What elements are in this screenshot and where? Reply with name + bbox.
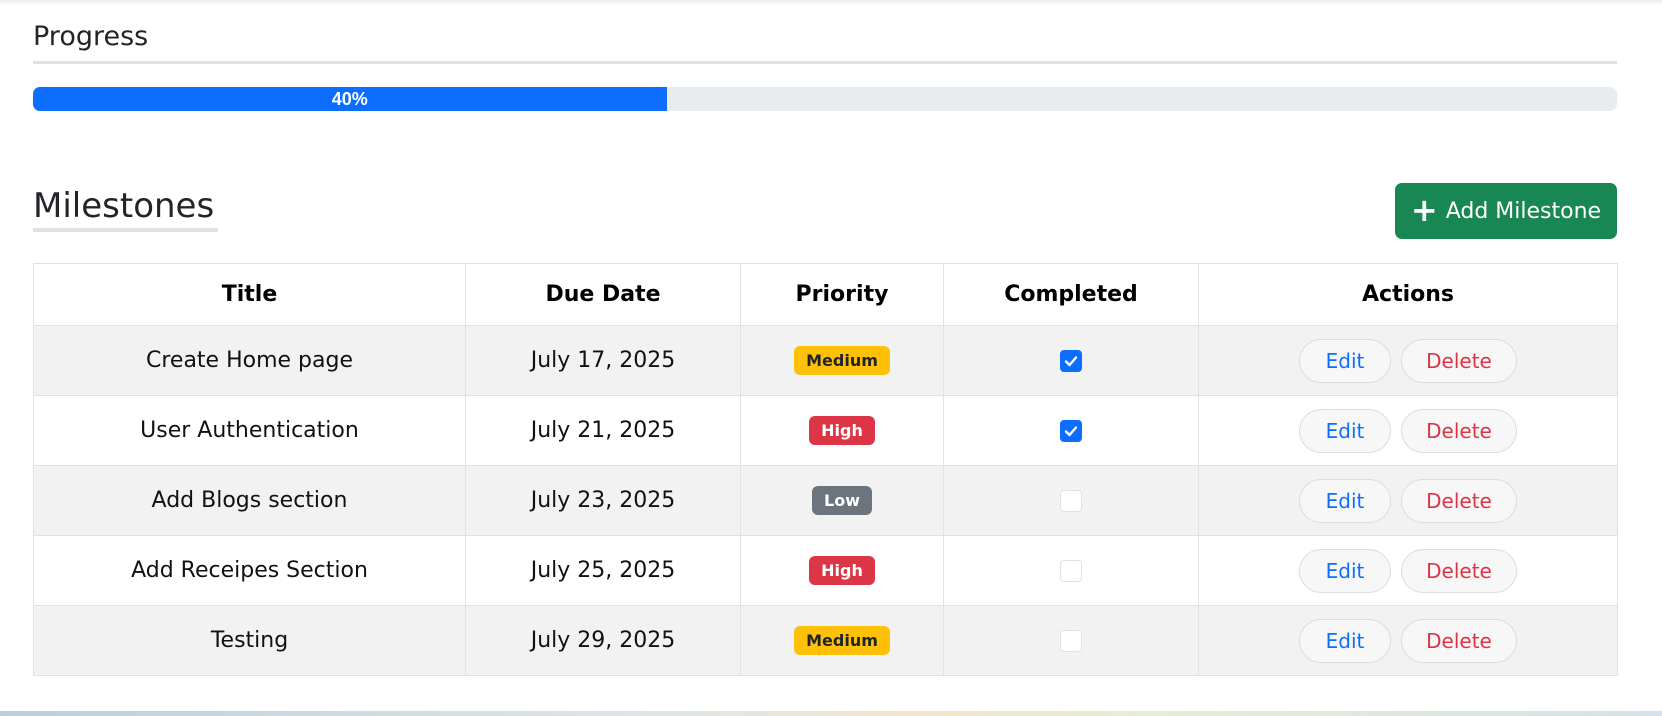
milestone-priority-cell: Low: [740, 465, 944, 536]
priority-badge: High: [809, 416, 875, 445]
table-row: Add Blogs section July 23, 2025 Low Edit…: [33, 465, 1618, 536]
table-row: Create Home page July 17, 2025 Medium Ed…: [33, 325, 1618, 396]
milestone-completed-cell: [943, 465, 1199, 536]
milestone-title: Create Home page: [33, 325, 466, 396]
header-shadow: [0, 0, 1662, 6]
add-milestone-button[interactable]: + Add Milestone: [1395, 183, 1617, 239]
edit-button[interactable]: Edit: [1299, 548, 1391, 593]
delete-button[interactable]: Delete: [1401, 478, 1517, 523]
milestone-priority-cell: Medium: [740, 605, 944, 676]
milestone-due-date: July 21, 2025: [465, 395, 741, 466]
priority-badge: Medium: [794, 346, 890, 375]
completed-checkbox[interactable]: [1060, 490, 1082, 512]
table-row: Testing July 29, 2025 Medium Edit Delete: [33, 605, 1618, 676]
milestones-heading: Milestones: [33, 184, 219, 232]
milestones-table: Title Due Date Priority Completed Action…: [33, 263, 1618, 676]
delete-button[interactable]: Delete: [1401, 548, 1517, 593]
milestone-title: User Authentication: [33, 395, 466, 466]
completed-checkbox[interactable]: [1060, 420, 1082, 442]
column-header-priority: Priority: [740, 263, 944, 326]
completed-checkbox[interactable]: [1060, 350, 1082, 372]
milestone-actions-cell: Edit Delete: [1198, 605, 1618, 676]
milestone-due-date: July 29, 2025: [465, 605, 741, 676]
priority-badge: High: [809, 556, 875, 585]
edit-button[interactable]: Edit: [1299, 338, 1391, 383]
milestone-actions-cell: Edit Delete: [1198, 325, 1618, 396]
checkmark-icon: [1064, 426, 1078, 437]
column-header-title: Title: [33, 263, 466, 326]
milestone-actions-cell: Edit Delete: [1198, 465, 1618, 536]
milestone-actions-cell: Edit Delete: [1198, 395, 1618, 466]
delete-button[interactable]: Delete: [1401, 618, 1517, 663]
completed-checkbox[interactable]: [1060, 560, 1082, 582]
add-milestone-label: Add Milestone: [1445, 198, 1602, 224]
milestone-due-date: July 17, 2025: [465, 325, 741, 396]
bottom-border: [0, 711, 1662, 716]
progress-heading: Progress: [33, 18, 1617, 64]
milestone-priority-cell: High: [740, 395, 944, 466]
column-header-due-date: Due Date: [465, 263, 741, 326]
edit-button[interactable]: Edit: [1299, 478, 1391, 523]
milestone-completed-cell: [943, 535, 1199, 606]
table-header-row: Title Due Date Priority Completed Action…: [33, 263, 1618, 326]
milestone-due-date: July 23, 2025: [465, 465, 741, 536]
milestone-completed-cell: [943, 395, 1199, 466]
edit-button[interactable]: Edit: [1299, 618, 1391, 663]
edit-button[interactable]: Edit: [1299, 408, 1391, 453]
completed-checkbox[interactable]: [1060, 630, 1082, 652]
column-header-completed: Completed: [943, 263, 1199, 326]
priority-badge: Medium: [794, 626, 890, 655]
milestone-due-date: July 25, 2025: [465, 535, 741, 606]
milestone-actions-cell: Edit Delete: [1198, 535, 1618, 606]
delete-button[interactable]: Delete: [1401, 408, 1517, 453]
checkmark-icon: [1064, 356, 1078, 367]
progress-bar: 40%: [33, 87, 1617, 111]
progress-bar-fill: 40%: [33, 87, 667, 111]
plus-icon: +: [1410, 190, 1438, 229]
milestone-title: Add Blogs section: [33, 465, 466, 536]
milestone-title: Testing: [33, 605, 466, 676]
priority-badge: Low: [812, 486, 872, 515]
table-row: User Authentication July 21, 2025 High E…: [33, 395, 1618, 466]
delete-button[interactable]: Delete: [1401, 338, 1517, 383]
milestone-priority-cell: Medium: [740, 325, 944, 396]
column-header-actions: Actions: [1198, 263, 1618, 326]
milestone-completed-cell: [943, 605, 1199, 676]
table-row: Add Receipes Section July 25, 2025 High …: [33, 535, 1618, 606]
milestone-completed-cell: [943, 325, 1199, 396]
milestone-title: Add Receipes Section: [33, 535, 466, 606]
milestone-priority-cell: High: [740, 535, 944, 606]
